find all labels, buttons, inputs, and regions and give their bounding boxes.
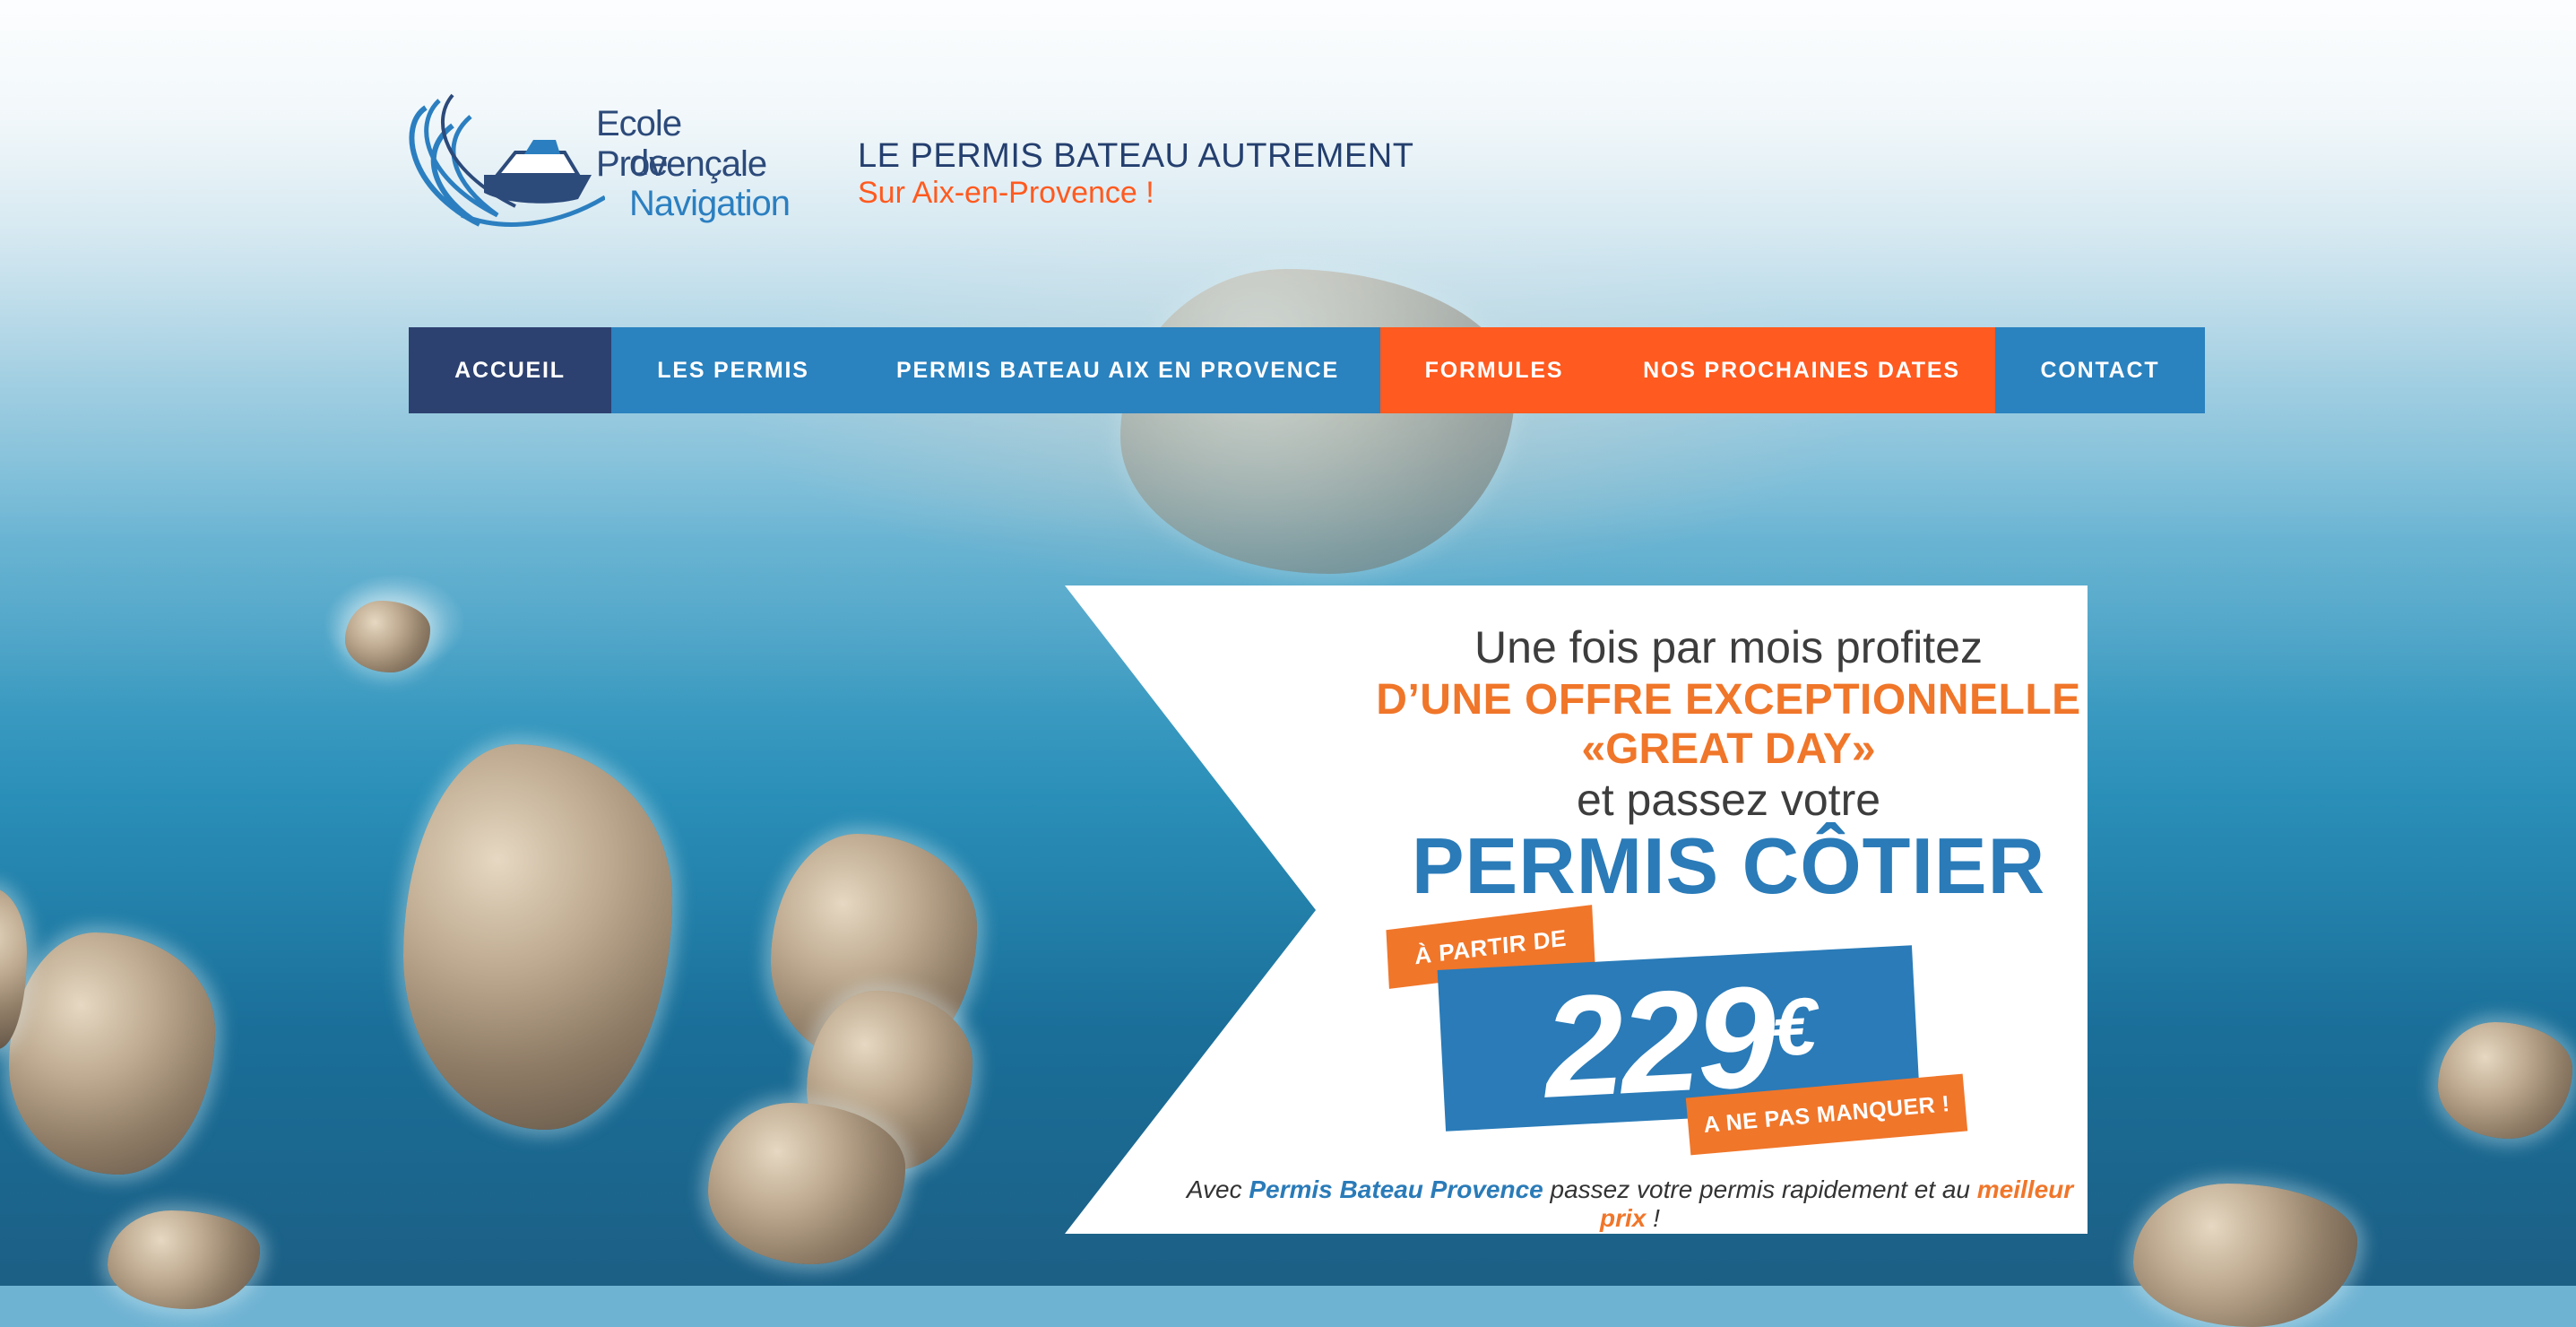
promo-footer-prefix: Avec — [1186, 1175, 1249, 1203]
logo-name-navigation: Navigation — [629, 184, 791, 223]
logo-name-line2: de Navigation — [629, 143, 820, 224]
boat-logo-icon — [409, 93, 607, 227]
rock — [1120, 269, 1515, 574]
nav-item-formules[interactable]: FORMULES — [1380, 327, 1608, 413]
rock — [403, 744, 672, 1130]
promo-headline: PERMIS CÔTIER — [1411, 821, 2046, 910]
main-nav: ACCUEIL LES PERMIS PERMIS BATEAU AIX EN … — [409, 327, 2205, 413]
promo-footer-suffix: ! — [1646, 1204, 1660, 1232]
nav-item-permis-bateau-aix[interactable]: PERMIS BATEAU AIX EN PROVENCE — [855, 327, 1380, 413]
promo-offer: D’UNE OFFRE EXCEPTIONNELLE — [1376, 676, 2081, 724]
nav-item-accueil[interactable]: ACCUEIL — [409, 327, 611, 413]
site-tagline: LE PERMIS BATEAU AUTREMENT Sur Aix-en-Pr… — [858, 136, 1413, 210]
tagline-main: LE PERMIS BATEAU AUTREMENT — [858, 137, 1414, 175]
rock — [9, 932, 215, 1175]
logo-name-prefix: de — [629, 143, 668, 183]
promo-pass: et passez votre — [1576, 775, 1881, 825]
promo-banner[interactable]: Une fois par mois profitez D’UNE OFFRE E… — [1065, 585, 2088, 1234]
rock — [708, 1103, 905, 1264]
promo-footer-brand: Permis Bateau Provence — [1249, 1175, 1543, 1203]
price-currency: € — [1769, 982, 1816, 1074]
promo-footer-middle: passez votre permis rapidement et au — [1543, 1175, 1977, 1203]
rock — [2438, 1022, 2572, 1139]
site-logo[interactable]: Ecole Provençale de Navigation — [399, 90, 820, 251]
nav-item-prochaines-dates[interactable]: NOS PROCHAINES DATES — [1608, 327, 1995, 413]
nav-item-contact[interactable]: CONTACT — [1995, 327, 2205, 413]
promo-intro: Une fois par mois profitez — [1474, 622, 1983, 672]
promo-great-day: «GREAT DAY» — [1581, 725, 1876, 773]
rock — [2133, 1184, 2357, 1327]
price-block: À PARTIR DE 229€ A NE PAS MANQUER ! — [1386, 905, 1968, 1156]
nav-item-les-permis[interactable]: LES PERMIS — [611, 327, 855, 413]
tagline-location: Sur Aix-en-Provence ! — [858, 176, 1154, 210]
promo-footer: Avec Permis Bateau Provence passez votre… — [1065, 1175, 2088, 1233]
rock — [108, 1210, 260, 1309]
